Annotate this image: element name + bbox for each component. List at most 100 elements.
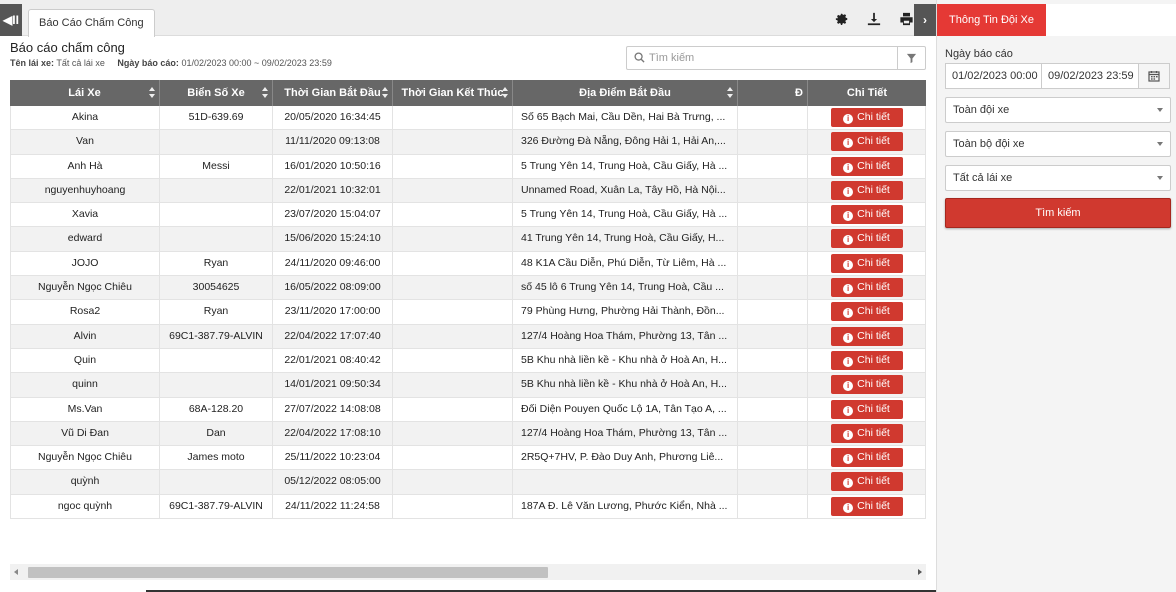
table-row[interactable]: Anh Hà Messi 16/01/2020 10:50:16 5 Trung Yê… bbox=[10, 154, 926, 179]
settings-gear-icon[interactable] bbox=[834, 11, 850, 27]
table-row[interactable]: Nguyễn Ngọc Chiêu 30054625 16/05/2022 08:0… bbox=[10, 276, 926, 301]
detail-button-label: Chi tiết bbox=[857, 208, 890, 221]
cell-driver: Alvin bbox=[10, 324, 160, 348]
column-header-start-time[interactable]: Thời Gian Bắt Đầu bbox=[273, 80, 393, 106]
detail-button[interactable]: i Chi tiết bbox=[830, 399, 903, 419]
tab-attendance-report[interactable]: Báo Cáo Chấm Công bbox=[28, 9, 155, 37]
cell-start-place: 187A Đ. Lê Văn Lương, Phước Kiển, Nhà ..… bbox=[513, 494, 738, 519]
table-row[interactable]: Alvin 69C1-387.79-ALVIN 22/04/2022 17:07:4… bbox=[10, 324, 926, 349]
table-row[interactable]: Rosa2 Ryan 23/11/2020 17:00:00 79 Phùng Hưn… bbox=[10, 300, 926, 325]
calendar-icon[interactable] bbox=[1138, 63, 1170, 89]
detail-button[interactable]: i Chi tiết bbox=[830, 375, 903, 395]
cell-end-time bbox=[393, 446, 513, 470]
detail-button-label: Chi tiết bbox=[857, 232, 890, 245]
cell-driver: Anh Hà bbox=[10, 154, 160, 178]
column-header-end-time[interactable]: Thời Gian Kết Thúc bbox=[393, 80, 513, 106]
cell-start-time: 05/12/2022 08:05:00 bbox=[273, 470, 393, 494]
detail-button[interactable]: i Chi tiết bbox=[830, 278, 903, 298]
detail-button[interactable]: i Chi tiết bbox=[830, 205, 903, 225]
cell-driver: Van bbox=[10, 130, 160, 154]
detail-button[interactable]: i Chi tiết bbox=[830, 156, 903, 176]
column-header-start-place[interactable]: Địa Điểm Bắt Đầu bbox=[513, 80, 738, 106]
sort-icon[interactable] bbox=[382, 87, 388, 99]
cell-start-time: 22/04/2022 17:08:10 bbox=[273, 421, 393, 446]
info-icon: i bbox=[843, 356, 854, 367]
cell-truncated bbox=[738, 203, 808, 227]
sort-icon[interactable] bbox=[502, 87, 508, 99]
cell-plate: Messi bbox=[160, 154, 273, 178]
fleet-select[interactable]: Toàn đội xe bbox=[945, 97, 1171, 123]
table-row[interactable]: Quin 22/01/2021 08:40:42 5B Khu nhà liền k… bbox=[10, 348, 926, 374]
table-row[interactable]: nguyenhuyhoang 22/01/2021 10:32:01 Unnamed… bbox=[10, 178, 926, 204]
search-input[interactable] bbox=[649, 49, 889, 67]
cell-plate: 69C1-387.79-ALVIN bbox=[160, 324, 273, 348]
search-button[interactable]: Tìm kiếm bbox=[945, 198, 1171, 228]
scroll-right-icon[interactable] bbox=[918, 569, 922, 575]
date-from-field[interactable]: 01/02/2023 00:00 bbox=[945, 63, 1042, 89]
detail-button[interactable]: i Chi tiết bbox=[830, 108, 903, 127]
cell-truncated bbox=[738, 178, 808, 203]
cell-driver: Akina bbox=[10, 106, 160, 130]
vehicle-group-select[interactable]: Toàn bộ đội xe bbox=[945, 131, 1171, 157]
column-header-plate[interactable]: Biển Số Xe bbox=[160, 80, 273, 106]
cell-truncated bbox=[738, 106, 808, 130]
detail-button[interactable]: i Chi tiết bbox=[830, 180, 903, 200]
info-icon: i bbox=[843, 478, 854, 489]
table-row[interactable]: Akina 51D-639.69 20/05/2020 16:34:45 Số 65 … bbox=[10, 106, 926, 131]
print-icon[interactable] bbox=[898, 11, 914, 27]
column-header-truncated[interactable]: Đ bbox=[738, 80, 808, 106]
table-row[interactable]: Vũ Di Đan Dan 22/04/2022 17:08:10 127/4 Hoà… bbox=[10, 421, 926, 447]
download-icon[interactable] bbox=[866, 11, 882, 27]
table-row[interactable]: JOJO Ryan 24/11/2020 09:46:00 48 K1A Cầu Di… bbox=[10, 251, 926, 277]
info-icon: i bbox=[843, 381, 854, 392]
scroll-left-icon[interactable] bbox=[14, 569, 18, 575]
detail-button[interactable]: i Chi tiết bbox=[830, 132, 903, 152]
detail-button[interactable]: i Chi tiết bbox=[830, 302, 903, 322]
date-filter-value: 01/02/2023 00:00 ~ 09/02/2023 23:59 bbox=[181, 58, 332, 68]
table-row[interactable]: Nguyễn Ngọc Chiêu James moto 25/11/2022 10… bbox=[10, 446, 926, 471]
cell-start-time: 16/05/2022 08:09:00 bbox=[273, 276, 393, 300]
column-header-driver[interactable]: Lái Xe bbox=[10, 80, 160, 106]
detail-button[interactable]: i Chi tiết bbox=[830, 326, 903, 346]
table-row[interactable]: Van 11/11/2020 09:13:08 326 Đường Đà Nẵng,… bbox=[10, 130, 926, 155]
detail-button-label: Chi tiết bbox=[857, 451, 890, 464]
detail-button[interactable]: i Chi tiết bbox=[830, 229, 903, 249]
horizontal-scrollbar[interactable] bbox=[10, 564, 926, 580]
detail-button[interactable]: i Chi tiết bbox=[830, 448, 903, 468]
cell-driver: Nguyễn Ngọc Chiêu bbox=[10, 276, 160, 300]
table-row[interactable]: edward 15/06/2020 15:24:10 41 Trung Yên 14… bbox=[10, 227, 926, 252]
sort-icon[interactable] bbox=[149, 87, 155, 99]
cell-start-place: 5B Khu nhà liền kề - Khu nhà ở Hoà An, H… bbox=[513, 348, 738, 373]
info-icon: i bbox=[843, 186, 854, 197]
info-icon: i bbox=[843, 405, 854, 416]
cell-start-place: Số 65 Bạch Mai, Cầu Dền, Hai Bà Trưng, .… bbox=[513, 106, 738, 130]
cell-truncated bbox=[738, 227, 808, 251]
detail-button[interactable]: i Chi tiết bbox=[830, 496, 903, 516]
table-row[interactable]: quỳnh 05/12/2022 08:05:00 i Chi tiết bbox=[10, 470, 926, 495]
sort-icon[interactable] bbox=[262, 87, 268, 99]
detail-button[interactable]: i Chi tiết bbox=[830, 423, 903, 443]
detail-button[interactable]: i Chi tiết bbox=[830, 350, 903, 370]
sort-icon[interactable] bbox=[727, 87, 733, 99]
scrollbar-thumb[interactable] bbox=[28, 567, 548, 578]
detail-button[interactable]: i Chi tiết bbox=[830, 472, 903, 492]
table-row[interactable]: quinn 14/01/2021 09:50:34 5B Khu nhà liền … bbox=[10, 373, 926, 398]
table-row[interactable]: Ms.Van 68A-128.20 27/07/2022 14:08:08 Đối D… bbox=[10, 397, 926, 422]
table-row[interactable]: ngoc quỳnh 69C1-387.79-ALVIN 24/11/2022 11… bbox=[10, 494, 926, 520]
detail-button[interactable]: i Chi tiết bbox=[830, 253, 903, 273]
detail-button-label: Chi tiết bbox=[857, 135, 890, 148]
table-row[interactable]: Xavia 23/07/2020 15:04:07 5 Trung Yên 14, … bbox=[10, 203, 926, 228]
detail-button-label: Chi tiết bbox=[857, 353, 890, 366]
info-icon: i bbox=[843, 138, 854, 149]
date-to-field[interactable]: 09/02/2023 23:59 bbox=[1041, 63, 1139, 89]
cell-plate: 69C1-387.79-ALVIN bbox=[160, 494, 273, 519]
info-icon: i bbox=[843, 259, 854, 270]
filter-icon[interactable] bbox=[897, 47, 925, 69]
cell-plate bbox=[160, 203, 273, 227]
cell-truncated bbox=[738, 470, 808, 494]
panel-title-tab[interactable]: Thông Tin Đội Xe bbox=[937, 4, 1046, 36]
cell-start-time: 22/01/2021 10:32:01 bbox=[273, 178, 393, 203]
collapse-left-button[interactable]: ◀II bbox=[0, 4, 22, 36]
collapse-right-button[interactable]: › bbox=[914, 4, 936, 36]
driver-select[interactable]: Tất cả lái xe bbox=[945, 165, 1171, 191]
